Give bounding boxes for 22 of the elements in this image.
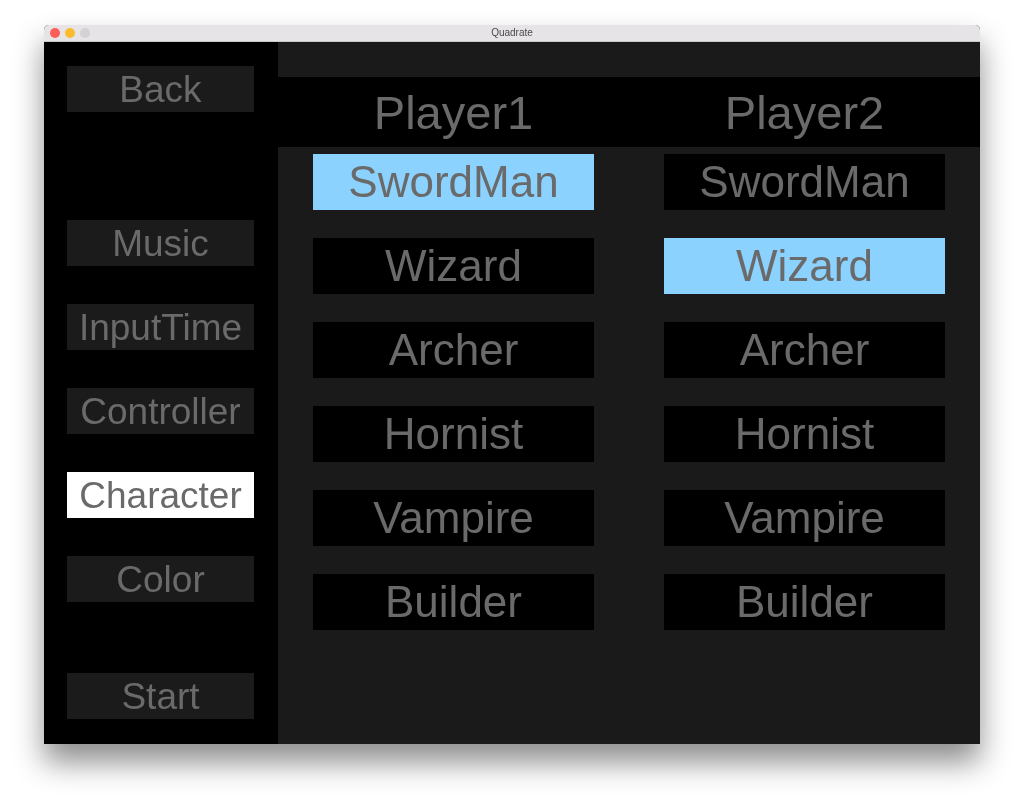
- character-option[interactable]: Vampire: [313, 490, 594, 546]
- character-option[interactable]: Hornist: [313, 406, 594, 462]
- menu-button[interactable]: Character: [67, 472, 254, 518]
- character-option[interactable]: SwordMan: [664, 154, 945, 210]
- character-option[interactable]: Archer: [664, 322, 945, 378]
- character-option[interactable]: Builder: [664, 574, 945, 630]
- menu-button[interactable]: Back: [67, 66, 254, 112]
- character-option[interactable]: Hornist: [664, 406, 945, 462]
- menu-button[interactable]: Controller: [67, 388, 254, 434]
- minimize-icon[interactable]: [65, 28, 75, 38]
- character-option[interactable]: Archer: [313, 322, 594, 378]
- close-icon[interactable]: [50, 28, 60, 38]
- menu-button[interactable]: Start: [67, 673, 254, 719]
- character-option[interactable]: Builder: [313, 574, 594, 630]
- window-title: Quadrate: [491, 28, 533, 38]
- character-option[interactable]: Wizard: [664, 238, 945, 294]
- menu-button[interactable]: Music: [67, 220, 254, 266]
- menu-button[interactable]: Color: [67, 556, 254, 602]
- menu-button[interactable]: InputTime: [67, 304, 254, 350]
- character-option[interactable]: Vampire: [664, 490, 945, 546]
- character-option[interactable]: SwordMan: [313, 154, 594, 210]
- character-option[interactable]: Wizard: [313, 238, 594, 294]
